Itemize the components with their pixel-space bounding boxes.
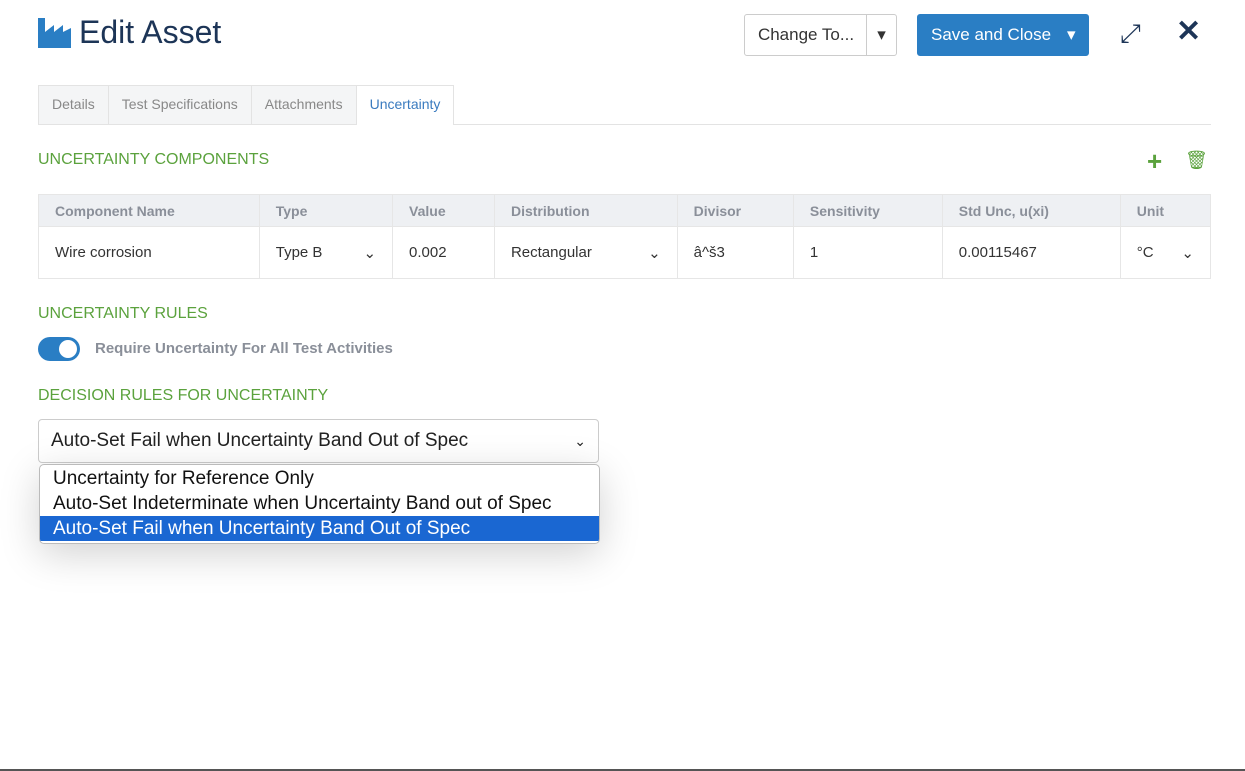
trash-icon[interactable]: 🗑 (1185, 150, 1208, 171)
factory-icon (38, 18, 71, 48)
chevron-down-icon: ⌄ (648, 244, 661, 262)
component-name-cell[interactable]: Wire corrosion (39, 227, 260, 279)
save-close-button[interactable]: Save and Close▾ (917, 14, 1089, 56)
divisor-cell[interactable]: â^š3 (677, 227, 793, 279)
option-selected[interactable]: Auto-Set Fail when Uncertainty Band Out … (40, 516, 599, 541)
option[interactable]: Uncertainty for Reference Only (40, 466, 599, 491)
col-header: Sensitivity (793, 195, 942, 227)
toggle-label: Require Uncertainty For All Test Activit… (95, 340, 393, 357)
chevron-down-icon: ⌄ (363, 244, 376, 262)
change-to-dropdown[interactable]: ▾ (866, 14, 897, 56)
option[interactable]: Auto-Set Indeterminate when Uncertainty … (40, 491, 599, 516)
change-to-button[interactable]: Change To... (744, 14, 868, 56)
col-header: Component Name (39, 195, 260, 227)
tab-bar: Details Test Specifications Attachments … (38, 85, 1211, 125)
col-header: Divisor (677, 195, 793, 227)
page-title: Edit Asset (38, 14, 221, 51)
close-icon[interactable]: ✕ (1176, 14, 1201, 49)
distribution-select[interactable]: Rectangular⌄ (494, 227, 677, 279)
components-heading: UNCERTAINTY COMPONENTS (38, 151, 269, 169)
value-cell[interactable]: 0.002 (393, 227, 495, 279)
tab-test-specifications[interactable]: Test Specifications (108, 85, 252, 124)
require-uncertainty-toggle[interactable] (38, 337, 80, 361)
add-icon[interactable]: + (1147, 146, 1162, 177)
col-header: Std Unc, u(xi) (942, 195, 1120, 227)
expand-icon[interactable]: ⤢ (1120, 18, 1141, 50)
table-row: Wire corrosion Type B⌄ 0.002 Rectangular… (39, 227, 1211, 279)
tab-attachments[interactable]: Attachments (251, 85, 357, 124)
components-table: Component Name Type Value Distribution D… (38, 194, 1211, 279)
col-header: Value (393, 195, 495, 227)
sensitivity-cell[interactable]: 1 (793, 227, 942, 279)
chevron-down-icon: ⌄ (574, 433, 586, 450)
chevron-down-icon: ⌄ (1181, 244, 1194, 262)
col-header: Unit (1120, 195, 1210, 227)
type-select[interactable]: Type B⌄ (259, 227, 392, 279)
tab-details[interactable]: Details (38, 85, 109, 124)
std-unc-cell: 0.00115467 (942, 227, 1120, 279)
decision-rule-select[interactable]: Auto-Set Fail when Uncertainty Band Out … (38, 419, 599, 463)
caret-down-icon[interactable]: ▾ (1067, 25, 1076, 45)
rules-heading: UNCERTAINTY RULES (38, 305, 208, 323)
tab-uncertainty[interactable]: Uncertainty (356, 85, 455, 125)
decision-heading: DECISION RULES FOR UNCERTAINTY (38, 387, 328, 405)
unit-select[interactable]: °C⌄ (1120, 227, 1210, 279)
col-header: Distribution (494, 195, 677, 227)
decision-rule-options: Uncertainty for Reference Only Auto-Set … (39, 464, 600, 544)
col-header: Type (259, 195, 392, 227)
